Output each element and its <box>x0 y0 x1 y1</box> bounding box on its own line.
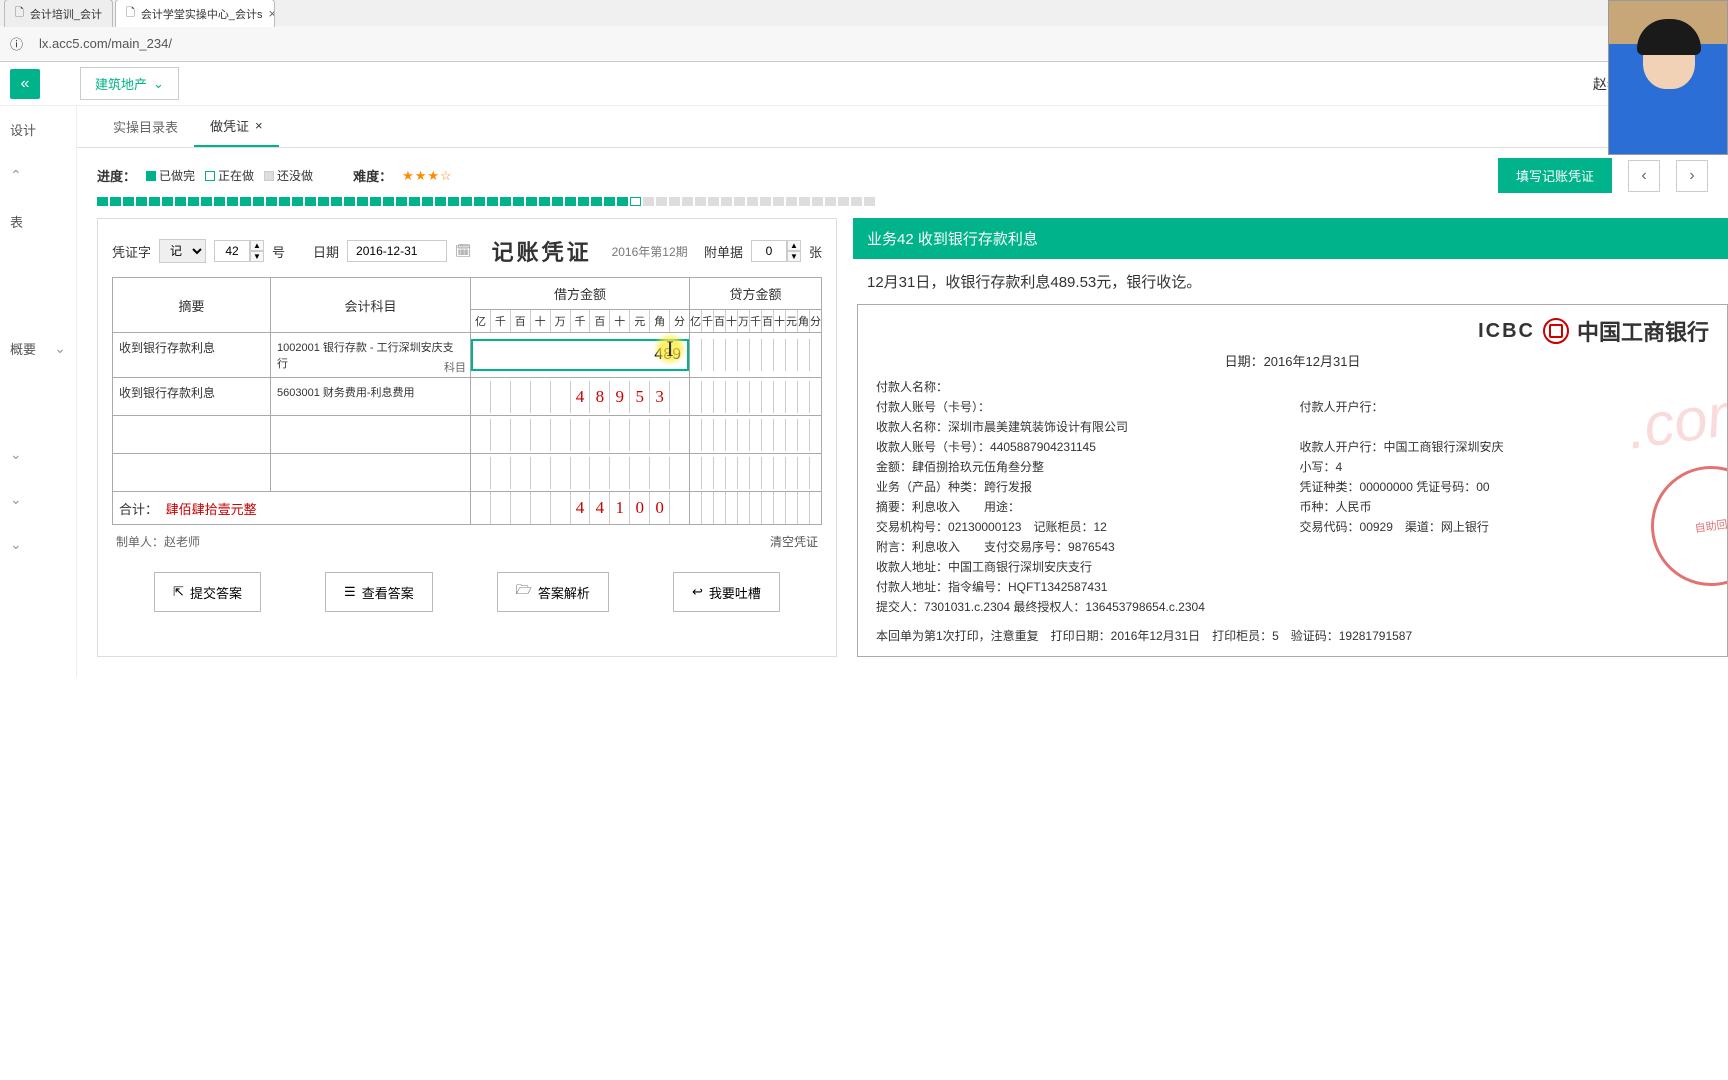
col-debit: 借方金额 <box>471 278 690 310</box>
chevron-down-icon: ⌄ <box>10 491 22 508</box>
external-link-icon: ⇱ <box>173 584 184 600</box>
clear-voucher-link[interactable]: 清空凭证 <box>770 533 818 550</box>
task-header: 业务42 收到银行存款利息 <box>853 218 1728 259</box>
chevron-down-icon: ⌄ <box>54 340 66 357</box>
sidebar-item-4[interactable]: 概要⌄ <box>0 325 76 372</box>
voucher-table: 摘要 会计科目 借方金额 贷方金额 亿千百十万千百十元角分 亿千百十万千百十元角… <box>112 277 822 525</box>
bank-brand-en: ICBC <box>1478 320 1535 343</box>
voucher-row: 收到银行存款利息 1002001 银行存款 - 工行深圳安庆支行 科目 I <box>113 333 822 378</box>
difficulty-label: 难度： <box>353 166 392 185</box>
debit-amount-input-cell[interactable]: I <box>471 333 690 378</box>
total-chinese: 肆佰肆拾壹元整 <box>162 502 257 517</box>
close-icon[interactable]: × <box>255 118 263 133</box>
receipt-date: 日期：2016年12月31日 <box>876 349 1709 378</box>
attach-count-input[interactable] <box>751 240 787 262</box>
browser-chrome: 🗋 会计培训_会计 🗋 会计学堂实操中心_会计s × ⓘ lx.acc5.com… <box>0 0 1728 62</box>
right-panel: 业务42 收到银行存款利息 12月31日，收银行存款利息489.53元，银行收讫… <box>853 218 1728 657</box>
submit-answer-button[interactable]: ⇱提交答案 <box>154 572 261 612</box>
voucher-row <box>113 416 822 454</box>
page-icon: 🗋 <box>126 4 135 23</box>
sidebar-item-2[interactable]: 表 <box>0 198 76 245</box>
list-icon: ☰ <box>344 584 356 600</box>
spin-up-icon[interactable]: ▲ <box>787 240 801 251</box>
sidebar-item-6[interactable]: ⌄ <box>0 477 76 522</box>
sidebar-item-0[interactable]: 设计 <box>0 106 76 153</box>
next-button[interactable]: › <box>1676 160 1708 192</box>
prev-button[interactable]: ‹ <box>1628 160 1660 192</box>
icbc-logo-icon <box>1543 318 1569 344</box>
voucher-number-input[interactable] <box>214 240 250 262</box>
explain-answer-button[interactable]: 🗁答案解析 <box>497 572 609 612</box>
legend-doing: 正在做 <box>205 167 254 184</box>
sidebar: 设计 ⌃ 表 概要⌄ ⌄ ⌄ ⌄ <box>0 106 77 677</box>
tab-title: 会计培训_会计 <box>30 6 102 22</box>
view-answer-button[interactable]: ☰查看答案 <box>325 572 433 612</box>
voucher-period: 2016年第12期 <box>612 243 688 260</box>
page-icon: 🗋 <box>15 4 24 23</box>
spin-down-icon[interactable]: ▼ <box>250 251 264 262</box>
chevron-down-icon: ⌄ <box>10 446 22 463</box>
col-credit: 贷方金额 <box>690 278 822 310</box>
url-field[interactable]: lx.acc5.com/main_234/ <box>31 32 831 55</box>
difficulty-stars: ★★★☆ <box>402 168 453 184</box>
voucher-total-row: 合计： 肆佰肆拾壹元整 44100 <box>113 492 822 525</box>
close-icon[interactable]: × <box>268 6 275 21</box>
sidebar-item-5[interactable]: ⌄ <box>0 432 76 477</box>
voucher-row: 收到银行存款利息 5603001 财务费用-利息费用 48953 <box>113 378 822 416</box>
chevron-down-icon: ⌄ <box>10 536 22 553</box>
info-icon[interactable]: ⓘ <box>10 34 23 53</box>
summary-cell[interactable]: 收到银行存款利息 <box>113 378 271 416</box>
fill-voucher-button[interactable]: 填写记账凭证 <box>1498 158 1612 193</box>
receipt-footer: 本回单为第1次打印，注意重复 打印日期：2016年12月31日 打印柜员：5 验… <box>876 615 1709 644</box>
doc-tabs: 实操目录表 做凭证 × <box>77 106 1728 148</box>
col-summary: 摘要 <box>113 278 271 333</box>
summary-cell[interactable]: 收到银行存款利息 <box>113 333 271 378</box>
calendar-icon[interactable]: 🗓 <box>455 243 472 259</box>
chevron-down-icon: ⌄ <box>153 76 164 92</box>
spin-up-icon[interactable]: ▲ <box>250 240 264 251</box>
attach-unit: 张 <box>809 242 822 261</box>
sidebar-item-1[interactable]: ⌃ <box>0 153 76 198</box>
browser-tab-0[interactable]: 🗋 会计培训_会计 <box>4 0 113 27</box>
feedback-button[interactable]: ↩我要吐槽 <box>673 572 780 612</box>
progress-bar[interactable] <box>77 197 1728 214</box>
account-cell[interactable]: 1002001 银行存款 - 工行深圳安庆支行 科目 <box>271 333 471 378</box>
maker-info: 制单人：赵老师 <box>116 533 200 550</box>
receipt-fields: 付款人名称： 付款人账号（卡号）： 付款人开户行： 收款人名称：深圳市晨美建筑装… <box>876 378 1709 615</box>
webcam-overlay <box>1608 0 1728 155</box>
attach-label: 附单据 <box>704 242 743 261</box>
biz-category-select[interactable]: 建筑地产 ⌄ <box>80 67 179 100</box>
progress-label: 进度： <box>97 166 136 185</box>
browser-tab-1[interactable]: 🗋 会计学堂实操中心_会计s × <box>115 0 275 27</box>
tab-voucher[interactable]: 做凭证 × <box>194 106 279 147</box>
collapse-sidebar-button[interactable]: « <box>10 69 40 99</box>
bank-receipt: .com ICBC 中国工商银行 日期：2016年12月31日 付款人名称： 付… <box>857 304 1728 657</box>
total-label: 合计： <box>119 502 158 517</box>
tab-catalog[interactable]: 实操目录表 <box>97 106 194 147</box>
col-account: 会计科目 <box>271 278 471 333</box>
voucher-title: 记账凭证 <box>492 235 592 267</box>
account-cell[interactable]: 5603001 财务费用-利息费用 <box>271 378 471 416</box>
app-header: « 建筑地产 ⌄ 赵老师 (SVIP会员) <box>0 62 1728 106</box>
bank-brand-cn: 中国工商银行 <box>1577 315 1709 347</box>
reply-icon: ↩ <box>692 584 703 600</box>
spin-down-icon[interactable]: ▼ <box>787 251 801 262</box>
chevron-up-icon: ⌃ <box>10 167 22 184</box>
folder-icon: 🗁 <box>516 581 532 603</box>
voucher-row <box>113 454 822 492</box>
voucher-word-select[interactable]: 记 <box>159 239 206 263</box>
date-label: 日期 <box>313 242 339 261</box>
legend-done: 已做完 <box>146 167 195 184</box>
main-content: 实操目录表 做凭证 × 进度： 已做完 正在做 还没做 难度： ★★★☆ 填写记… <box>77 106 1728 677</box>
voucher-panel: 凭证字 记 ▲▼ 号 日期 🗓 记账凭证 2016年第12期 附单据 <box>97 218 837 657</box>
num-suffix: 号 <box>272 242 285 261</box>
debit-amount-input[interactable] <box>471 339 689 371</box>
voucher-date-input[interactable] <box>347 240 447 262</box>
task-description: 12月31日，收银行存款利息489.53元，银行收讫。 <box>853 259 1728 304</box>
legend-todo: 还没做 <box>264 167 313 184</box>
voucher-word-label: 凭证字 <box>112 242 151 261</box>
biz-category-label: 建筑地产 <box>95 74 147 93</box>
tab-title: 会计学堂实操中心_会计s <box>141 6 263 22</box>
sidebar-item-7[interactable]: ⌄ <box>0 522 76 567</box>
